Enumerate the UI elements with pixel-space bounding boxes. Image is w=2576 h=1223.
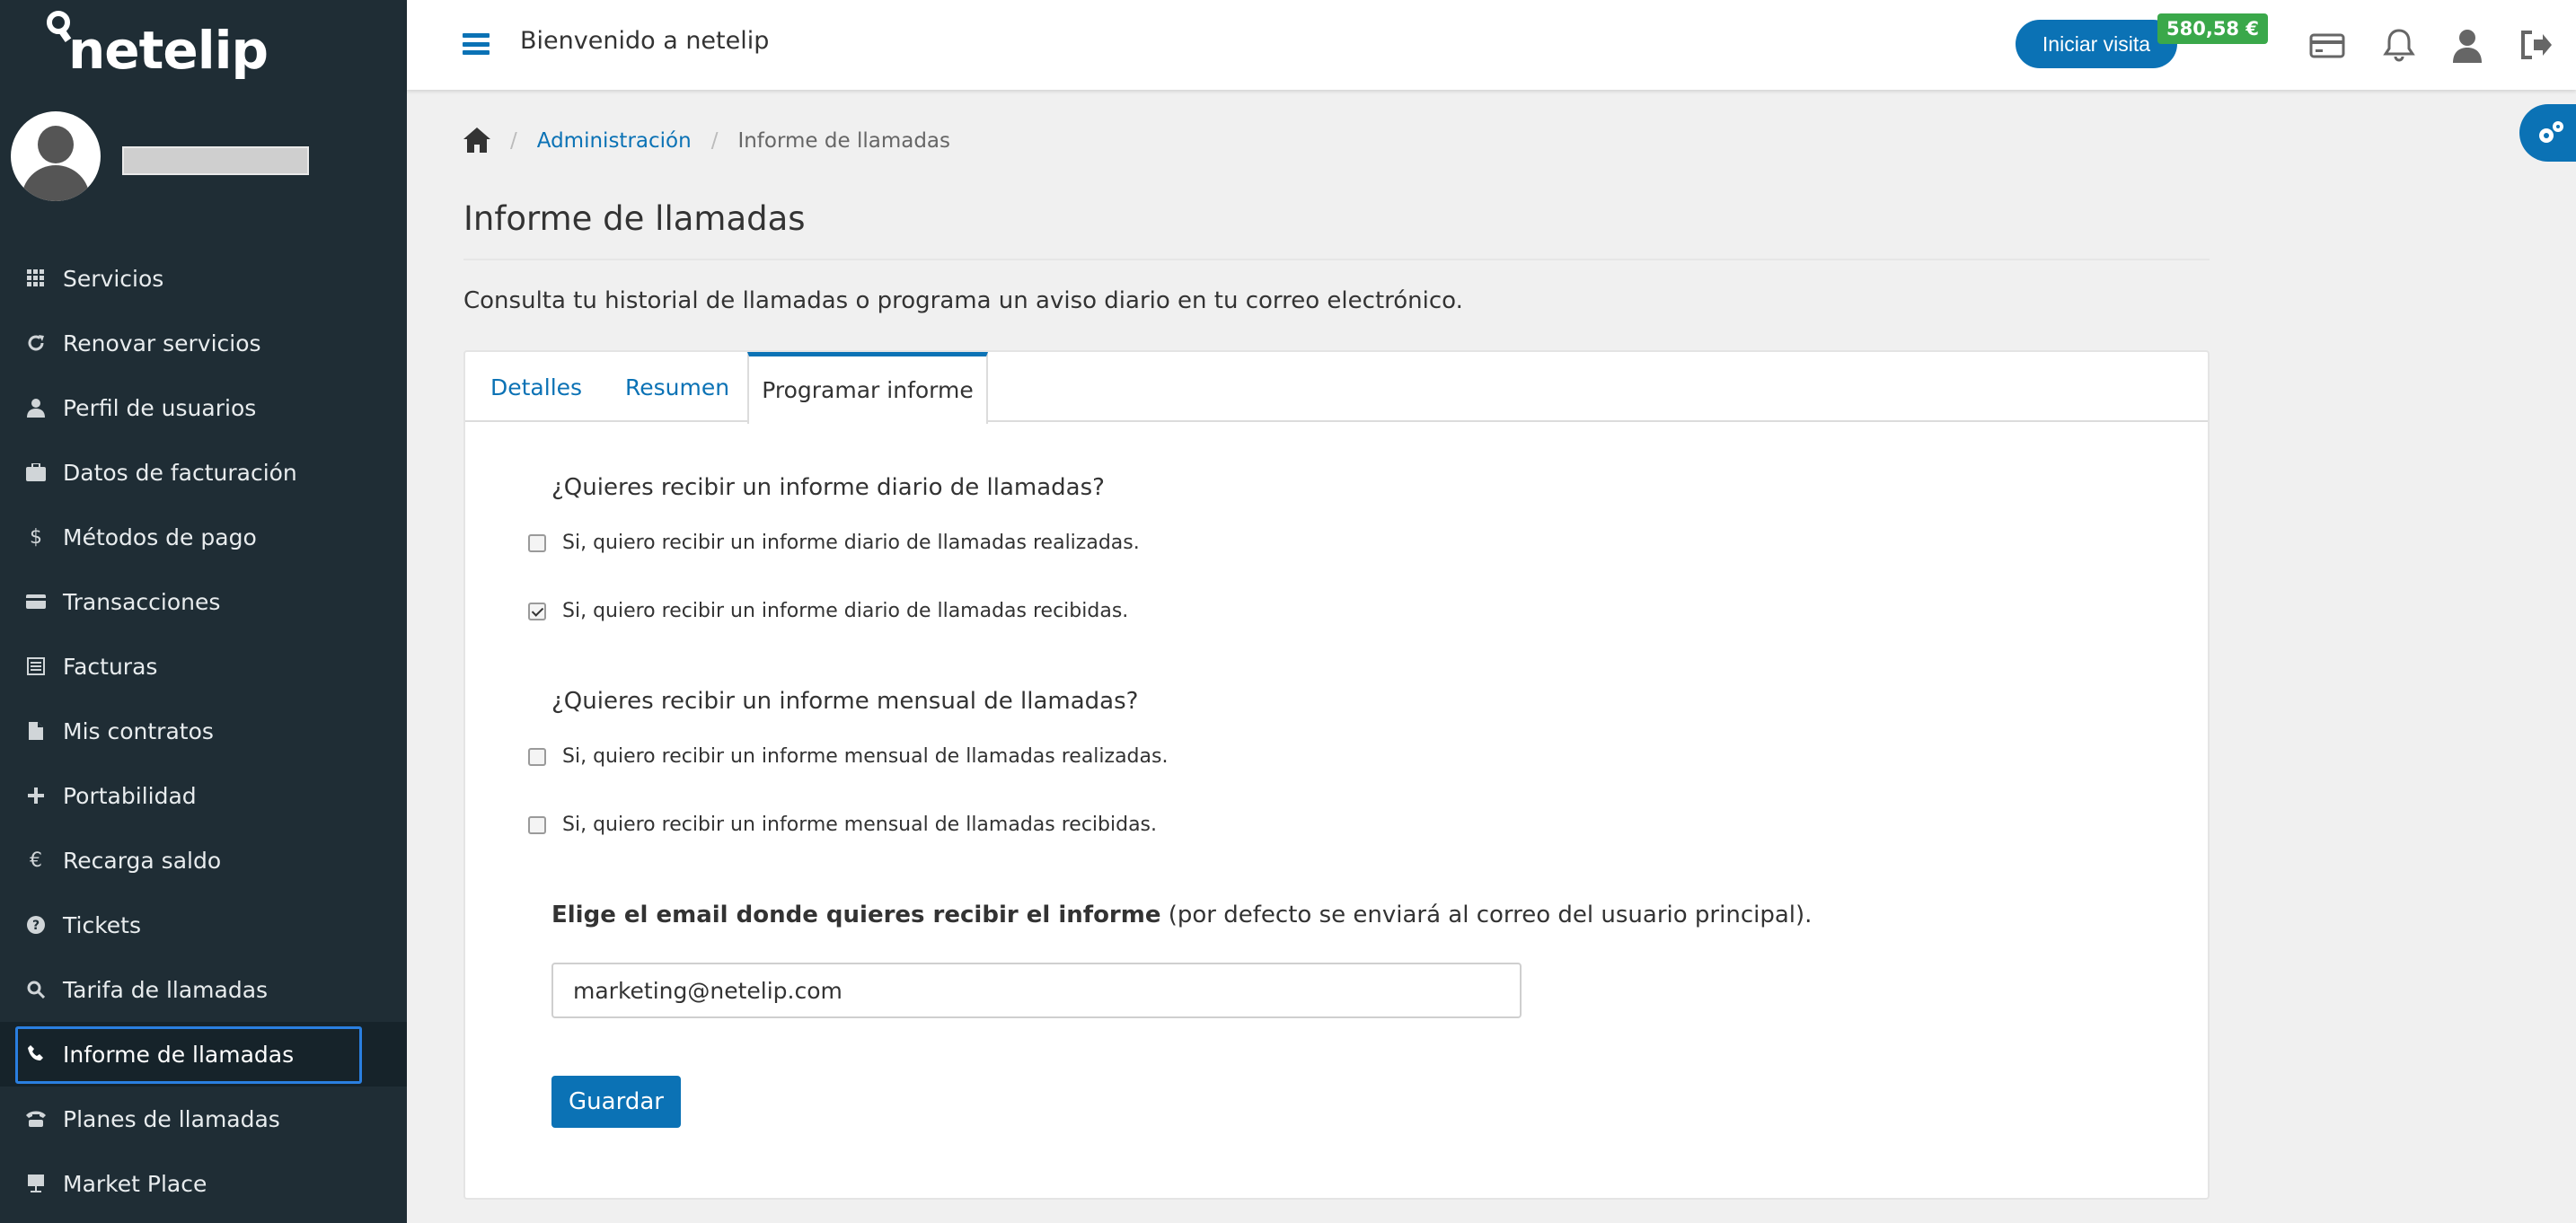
monthly-question: ¿Quieres recibir un informe mensual de l… [551, 688, 1139, 715]
sidebar-item-transacciones[interactable]: Transacciones [0, 569, 407, 634]
welcome-text: Bienvenido a netelip [520, 27, 770, 55]
credit-card-icon[interactable] [2309, 27, 2345, 63]
monthly-received-label: Si, quiero recibir un informe mensual de… [562, 814, 1158, 836]
breadcrumb-current: Informe de llamadas [737, 129, 950, 153]
report-panel: Detalles Resumen Programar informe ¿Quie… [463, 350, 2210, 1200]
sidebar-item-label: Planes de llamadas [63, 1105, 280, 1132]
monthly-made-option[interactable]: Si, quiero recibir un informe mensual de… [528, 745, 1168, 768]
question-icon: ? [25, 914, 47, 936]
tab-resumen[interactable]: Resumen [600, 352, 754, 422]
daily-received-label: Si, quiero recibir un informe diario de … [562, 600, 1129, 622]
sidebar-item-market-place[interactable]: Market Place [0, 1151, 407, 1216]
breadcrumb-separator: / [710, 129, 719, 153]
save-button[interactable]: Guardar [551, 1076, 681, 1128]
briefcase-icon [25, 462, 47, 483]
sidebar-item-renovar-servicios[interactable]: Renovar servicios [0, 311, 407, 375]
phone-icon [25, 1043, 47, 1065]
sidebar-item-label: Datos de facturación [63, 459, 297, 486]
daily-made-checkbox[interactable] [528, 533, 546, 552]
sidebar-item-label: Servicios [63, 265, 164, 292]
monthly-made-label: Si, quiero recibir un informe mensual de… [562, 745, 1169, 768]
email-label-note: (por defecto se enviará al correo del us… [1160, 902, 1813, 928]
sidebar-item-label: Market Place [63, 1170, 207, 1197]
daily-received-checkbox[interactable] [528, 602, 546, 620]
user-account-icon[interactable] [2449, 27, 2485, 63]
monthly-made-checkbox[interactable] [528, 747, 546, 766]
sidebar-item-facturas[interactable]: Facturas [0, 634, 407, 699]
sidebar-item-label: Informe de llamadas [63, 1041, 295, 1068]
invoice-icon [25, 655, 47, 677]
telephone-icon [25, 1108, 47, 1130]
logo-pin-icon [45, 7, 72, 52]
sidebar-item-metodos-pago[interactable]: $ Métodos de pago [0, 505, 407, 569]
menu-toggle-icon[interactable] [463, 33, 490, 55]
balance-badge[interactable]: 580,58 € [2157, 13, 2268, 44]
sidebar-item-label: Transacciones [63, 588, 221, 615]
sidebar-item-tickets[interactable]: ? Tickets [0, 893, 407, 957]
email-input[interactable] [551, 963, 1522, 1018]
sidebar-item-label: Portabilidad [63, 782, 197, 809]
title-divider [463, 259, 2210, 260]
sidebar: netelip Servicios Renovar servicios Perf… [0, 0, 407, 1223]
bell-icon[interactable] [2381, 27, 2417, 63]
dollar-icon: $ [30, 525, 42, 549]
logo-text: netelip [68, 20, 269, 81]
easel-icon [25, 1173, 47, 1194]
tab-bar: Detalles Resumen Programar informe [465, 352, 2208, 424]
sidebar-item-label: Tarifa de llamadas [63, 976, 269, 1003]
sidebar-item-recarga-saldo[interactable]: € Recarga saldo [0, 828, 407, 893]
user-icon [25, 397, 47, 418]
search-icon [25, 979, 47, 1000]
refresh-icon [25, 332, 47, 354]
sidebar-item-servicios[interactable]: Servicios [0, 246, 407, 311]
sidebar-item-tarifa-llamadas[interactable]: Tarifa de llamadas [0, 957, 407, 1022]
breadcrumb: / Administración / Informe de llamadas [463, 128, 950, 154]
daily-made-label: Si, quiero recibir un informe diario de … [562, 532, 1140, 554]
settings-gears-icon[interactable] [2519, 104, 2576, 162]
sidebar-item-informe-llamadas[interactable]: Informe de llamadas [0, 1022, 407, 1087]
daily-received-option[interactable]: Si, quiero recibir un informe diario de … [528, 600, 1128, 622]
grid-icon [25, 268, 47, 289]
logout-icon[interactable] [2518, 27, 2554, 63]
email-label: Elige el email donde quieres recibir el … [551, 902, 1812, 928]
sidebar-item-label: Métodos de pago [63, 524, 257, 550]
tab-detalles[interactable]: Detalles [465, 352, 607, 422]
daily-question: ¿Quieres recibir un informe diario de ll… [551, 474, 1105, 501]
sidebar-nav: Servicios Renovar servicios Perfil de us… [0, 246, 407, 1216]
breadcrumb-admin-link[interactable]: Administración [537, 129, 692, 153]
file-icon [25, 720, 47, 742]
sidebar-item-label: Renovar servicios [63, 330, 261, 356]
daily-made-option[interactable]: Si, quiero recibir un informe diario de … [528, 532, 1140, 554]
sidebar-item-label: Recarga saldo [63, 847, 222, 874]
credit-card-icon [25, 591, 47, 612]
sidebar-item-label: Mis contratos [63, 717, 214, 744]
page-description: Consulta tu historial de llamadas o prog… [463, 287, 1463, 314]
sidebar-item-planes-llamadas[interactable]: Planes de llamadas [0, 1087, 407, 1151]
sidebar-item-label: Perfil de usuarios [63, 394, 257, 421]
sidebar-item-perfil-usuarios[interactable]: Perfil de usuarios [0, 375, 407, 440]
euro-icon: € [30, 849, 42, 872]
netelip-logo[interactable]: netelip [45, 7, 269, 81]
monthly-received-option[interactable]: Si, quiero recibir un informe mensual de… [528, 814, 1157, 836]
sidebar-item-label: Facturas [63, 653, 158, 680]
sidebar-item-portabilidad[interactable]: Portabilidad [0, 763, 407, 828]
plus-icon [25, 785, 47, 806]
page-title: Informe de llamadas [463, 199, 806, 238]
start-visit-button[interactable]: Iniciar visita [2016, 20, 2177, 68]
svg-text:?: ? [32, 919, 40, 933]
home-icon[interactable] [463, 128, 490, 154]
sidebar-item-mis-contratos[interactable]: Mis contratos [0, 699, 407, 763]
breadcrumb-separator: / [510, 129, 517, 153]
avatar[interactable] [11, 111, 101, 201]
monthly-received-checkbox[interactable] [528, 815, 546, 834]
tab-programar-informe[interactable]: Programar informe [747, 352, 988, 424]
topbar: Bienvenido a netelip Iniciar visita 580,… [407, 0, 2576, 90]
username-redacted [122, 146, 309, 175]
sidebar-item-datos-facturacion[interactable]: Datos de facturación [0, 440, 407, 505]
sidebar-item-label: Tickets [63, 911, 141, 938]
email-label-bold: Elige el email donde quieres recibir el … [551, 902, 1161, 928]
